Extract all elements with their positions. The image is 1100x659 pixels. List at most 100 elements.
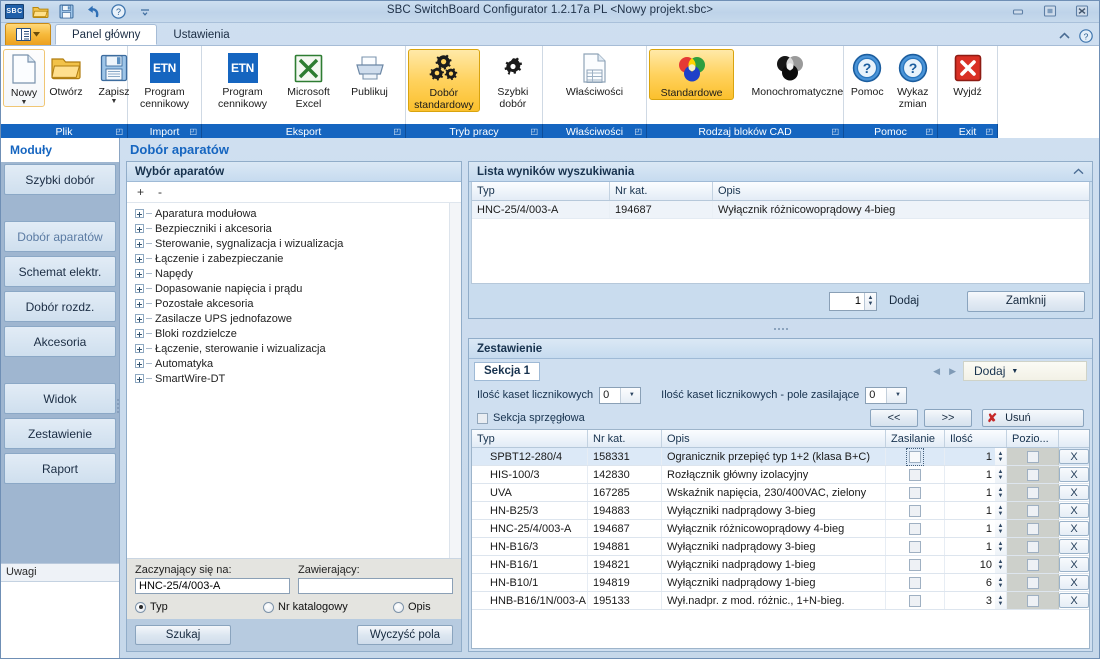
delete-row-button[interactable]: X	[1059, 593, 1089, 608]
cell-zasilanie[interactable]	[886, 538, 945, 555]
zasilanie-checkbox[interactable]	[909, 469, 921, 481]
poziom-checkbox[interactable]	[1027, 451, 1039, 463]
quantity-stepper[interactable]: ▲▼	[829, 292, 877, 311]
cell-poziom[interactable]	[1007, 448, 1059, 465]
column-header-nr-kat[interactable]: Nr kat.	[588, 430, 662, 447]
column-header-opis[interactable]: Opis	[662, 430, 886, 447]
zasilanie-checkbox[interactable]	[909, 523, 921, 535]
cell-zasilanie[interactable]	[886, 466, 945, 483]
poziom-checkbox[interactable]	[1027, 505, 1039, 517]
expand-icon[interactable]	[135, 284, 144, 293]
delete-row-button[interactable]: X	[1059, 557, 1089, 572]
tree-item[interactable]: Zasilacze UPS jednofazowe	[127, 311, 461, 326]
ribbon-button-otworz[interactable]: Otwórz	[45, 49, 87, 98]
tree-item[interactable]: Łączenie i zabezpieczanie	[127, 251, 461, 266]
quantity-input[interactable]	[830, 293, 864, 310]
zasilanie-checkbox[interactable]	[909, 541, 921, 553]
ribbon-button-wlasciwosci[interactable]: Właściwości	[555, 49, 635, 98]
cell-ilosc[interactable]: 1	[945, 484, 995, 501]
quantity-stepper[interactable]: ▲▼	[995, 448, 1007, 465]
poziom-checkbox[interactable]	[1027, 541, 1039, 553]
tree-item[interactable]: Napędy	[127, 266, 461, 281]
move-right-button[interactable]: >>	[924, 409, 972, 427]
cell-ilosc[interactable]: 1	[945, 448, 995, 465]
coupling-section-checkbox[interactable]	[477, 413, 488, 424]
ribbon-button-publikuj[interactable]: Publikuj	[340, 49, 400, 98]
tree-item[interactable]: Automatyka	[127, 356, 461, 371]
panel-toggle-button[interactable]	[5, 23, 51, 45]
table-row[interactable]: UVA 167285 Wskaźnik napięcia, 230/400VAC…	[472, 484, 1089, 502]
column-header-nr-kat[interactable]: Nr kat.	[610, 182, 713, 200]
chevron-down-icon[interactable]: ▼	[111, 99, 118, 105]
poziom-checkbox[interactable]	[1027, 577, 1039, 589]
cell-ilosc[interactable]: 10	[945, 556, 995, 573]
expand-icon[interactable]	[135, 374, 144, 383]
clear-fields-button[interactable]: Wyczyść pola	[357, 625, 453, 645]
column-header-zasilanie[interactable]: Zasilanie	[886, 430, 945, 447]
delete-row-button[interactable]: X	[1059, 485, 1089, 500]
zasilanie-checkbox[interactable]	[909, 451, 921, 463]
delete-row-button[interactable]: X	[1059, 521, 1089, 536]
chevron-down-icon[interactable]: ▼	[21, 100, 28, 106]
sidebar-item-schemat-elektr[interactable]: Schemat elektr.	[4, 256, 116, 287]
results-grid[interactable]: Typ Nr kat. Opis HNC-25/4/003-A 194687 W…	[471, 182, 1090, 284]
delete-row-button[interactable]: X	[1059, 575, 1089, 590]
delete-row-button[interactable]: X	[1059, 503, 1089, 518]
tree-item[interactable]: Dopasowanie napięcia i prądu	[127, 281, 461, 296]
cell-ilosc[interactable]: 1	[945, 502, 995, 519]
zasilanie-checkbox[interactable]	[909, 487, 921, 499]
radio-nr-katalogowy[interactable]: Nr katalogowy	[263, 601, 393, 613]
table-row[interactable]: SPBT12-280/4 158331 Ogranicznik przepięć…	[472, 448, 1089, 466]
close-button[interactable]: Zamknij	[967, 291, 1085, 312]
summary-table[interactable]: Typ Nr kat. Opis Zasilanie Ilość Pozio..…	[471, 429, 1090, 649]
radio-opis[interactable]: Opis	[393, 601, 431, 613]
sidebar-item-raport[interactable]: Raport	[4, 453, 116, 484]
expand-icon[interactable]	[135, 209, 144, 218]
chevron-up-icon[interactable]	[1057, 29, 1071, 43]
expand-icon[interactable]	[135, 254, 144, 263]
tree-item[interactable]: SmartWire-DT	[127, 371, 461, 386]
cell-delete[interactable]: X	[1059, 520, 1089, 537]
ribbon-button-program-cennikowy-export[interactable]: ETN Program cennikowy	[208, 49, 278, 110]
tree-item[interactable]: Łączenie, sterowanie i wizualizacja	[127, 341, 461, 356]
ribbon-button-dobor-standardowy[interactable]: Dobór standardowy	[408, 49, 480, 112]
cell-delete[interactable]: X	[1059, 592, 1089, 609]
tree-item[interactable]: Bloki rozdzielcze	[127, 326, 461, 341]
cell-poziom[interactable]	[1007, 520, 1059, 537]
meter-cassettes-feed-combo[interactable]: 0 ▼	[865, 387, 907, 404]
tree-scrollbar[interactable]	[449, 203, 461, 558]
cell-zasilanie[interactable]	[886, 448, 945, 465]
dialog-launcher-icon[interactable]: ◰	[189, 127, 197, 136]
minimize-button[interactable]	[1007, 3, 1029, 19]
expand-icon[interactable]	[135, 314, 144, 323]
expand-icon[interactable]	[135, 299, 144, 308]
tab-panel-glowny[interactable]: Panel główny	[55, 24, 157, 45]
collapse-all-button[interactable]: -	[158, 185, 162, 199]
column-header-typ[interactable]: Typ	[472, 430, 588, 447]
quantity-stepper[interactable]: ▲▼	[995, 592, 1007, 609]
maximize-button[interactable]	[1039, 3, 1061, 19]
table-row[interactable]: HNC-25/4/003-A 194687 Wyłącznik różnicow…	[472, 520, 1089, 538]
table-row[interactable]: HNC-25/4/003-A 194687 Wyłącznik różnicow…	[472, 201, 1089, 219]
column-header-typ[interactable]: Typ	[472, 182, 610, 200]
dialog-launcher-icon[interactable]: ◰	[115, 127, 123, 136]
cell-poziom[interactable]	[1007, 538, 1059, 555]
search-button[interactable]: Szukaj	[135, 625, 231, 645]
column-header-poziom[interactable]: Pozio...	[1007, 430, 1059, 447]
dialog-launcher-icon[interactable]: ◰	[925, 127, 933, 136]
cell-zasilanie[interactable]	[886, 502, 945, 519]
expand-icon[interactable]	[135, 329, 144, 338]
tree-item[interactable]: Bezpieczniki i akcesoria	[127, 221, 461, 236]
cell-zasilanie[interactable]	[886, 484, 945, 501]
chevron-down-icon[interactable]: ▼	[620, 388, 641, 403]
dialog-launcher-icon[interactable]: ◰	[831, 127, 839, 136]
delete-row-button[interactable]: X	[1059, 449, 1089, 464]
add-section-dropdown[interactable]: Dodaj ▼	[963, 361, 1087, 381]
table-row[interactable]: HIS-100/3 142830 Rozłącznik główny izola…	[472, 466, 1089, 484]
cell-delete[interactable]: X	[1059, 484, 1089, 501]
sidebar-item-widok[interactable]: Widok	[4, 383, 116, 414]
dialog-launcher-icon[interactable]: ◰	[985, 127, 993, 136]
table-row[interactable]: HN-B10/1 194819 Wyłączniki nadprądowy 1-…	[472, 574, 1089, 592]
cell-delete[interactable]: X	[1059, 556, 1089, 573]
tree-item[interactable]: Sterowanie, sygnalizacja i wizualizacja	[127, 236, 461, 251]
